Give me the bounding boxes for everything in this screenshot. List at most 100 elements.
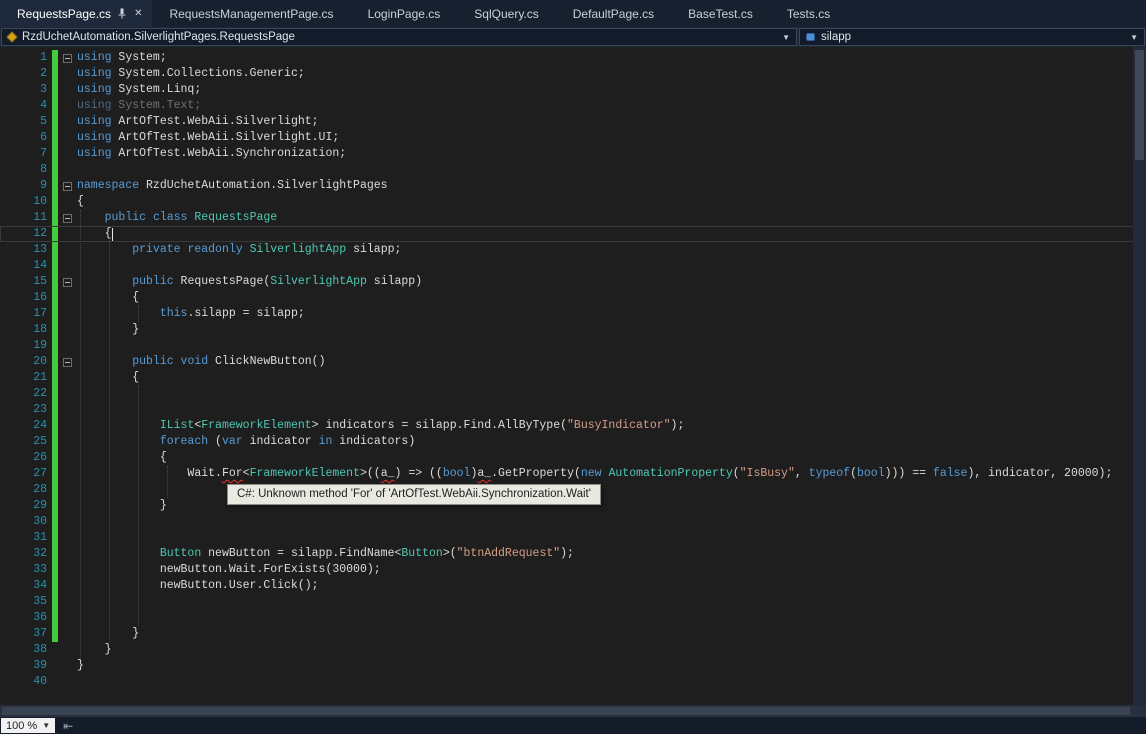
code-line-23[interactable]: 23: [0, 402, 1146, 418]
line-number: 22: [0, 386, 52, 402]
code-line-31[interactable]: 31: [0, 530, 1146, 546]
fold-margin: [58, 610, 77, 626]
collapse-icon[interactable]: [63, 54, 72, 63]
code-text: }: [77, 642, 112, 658]
code-line-13[interactable]: 13 private readonly SilverlightApp silap…: [0, 242, 1146, 258]
line-number: 24: [0, 418, 52, 434]
vertical-scrollbar-thumb[interactable]: [1135, 50, 1144, 160]
horizontal-scrollbar[interactable]: [0, 705, 1146, 717]
code-line-24[interactable]: 24 IList<FrameworkElement> indicators = …: [0, 418, 1146, 434]
code-line-1[interactable]: 1using System;: [0, 50, 1146, 66]
type-dropdown[interactable]: RzdUchetAutomation.SilverlightPages.Requ…: [1, 28, 797, 46]
code-text: Wait.For<FrameworkElement>((a_) => ((boo…: [77, 466, 1112, 482]
collapse-icon[interactable]: [63, 278, 72, 287]
code-line-16[interactable]: 16 {: [0, 290, 1146, 306]
close-icon[interactable]: ✕: [134, 9, 142, 19]
code-line-25[interactable]: 25 foreach (var indicator in indicators): [0, 434, 1146, 450]
code-text: foreach (var indicator in indicators): [77, 434, 415, 450]
collapse-icon[interactable]: [63, 214, 72, 223]
line-number: 29: [0, 498, 52, 514]
tab-basetest-cs[interactable]: BaseTest.cs: [671, 0, 770, 27]
code-line-19[interactable]: 19: [0, 338, 1146, 354]
code-line-3[interactable]: 3using System.Linq;: [0, 82, 1146, 98]
code-line-30[interactable]: 30: [0, 514, 1146, 530]
fold-margin: [58, 578, 77, 594]
fold-margin: [58, 50, 77, 66]
line-number: 40: [0, 674, 52, 690]
code-line-40[interactable]: 40: [0, 674, 1146, 690]
code-line-21[interactable]: 21 {: [0, 370, 1146, 386]
code-line-35[interactable]: 35: [0, 594, 1146, 610]
code-line-12[interactable]: 12 {: [0, 226, 1146, 242]
pin-icon[interactable]: [118, 8, 126, 19]
code-line-5[interactable]: 5using ArtOfTest.WebAii.Silverlight;: [0, 114, 1146, 130]
code-text: using ArtOfTest.WebAii.Silverlight;: [77, 114, 319, 130]
field-icon: [806, 33, 815, 41]
code-line-7[interactable]: 7using ArtOfTest.WebAii.Synchronization;: [0, 146, 1146, 162]
code-line-8[interactable]: 8: [0, 162, 1146, 178]
code-editor[interactable]: 1using System;2using System.Collections.…: [0, 47, 1146, 705]
fold-margin: [58, 130, 77, 146]
fold-margin: [58, 402, 77, 418]
collapse-icon[interactable]: [63, 358, 72, 367]
code-line-15[interactable]: 15 public RequestsPage(SilverlightApp si…: [0, 274, 1146, 290]
line-number: 4: [0, 98, 52, 114]
tab-label: RequestsPage.cs: [17, 7, 111, 21]
code-line-14[interactable]: 14: [0, 258, 1146, 274]
tab-loginpage-cs[interactable]: LoginPage.cs: [351, 0, 458, 27]
vertical-scrollbar[interactable]: [1133, 47, 1146, 705]
zoom-dropdown[interactable]: 100 % ▼: [1, 718, 55, 733]
code-text: IList<FrameworkElement> indicators = sil…: [77, 418, 684, 434]
status-bar: 100 % ▼ ⇤: [0, 717, 1146, 734]
code-line-18[interactable]: 18 }: [0, 322, 1146, 338]
fold-margin: [58, 210, 77, 226]
fold-margin: [58, 370, 77, 386]
error-tooltip: C#: Unknown method 'For' of 'ArtOfTest.W…: [227, 484, 601, 505]
fold-margin: [58, 642, 77, 658]
horizontal-scrollbar-thumb[interactable]: [2, 707, 1130, 715]
type-dropdown-value: RzdUchetAutomation.SilverlightPages.Requ…: [22, 31, 295, 43]
line-number: 26: [0, 450, 52, 466]
code-line-36[interactable]: 36: [0, 610, 1146, 626]
line-number: 6: [0, 130, 52, 146]
line-number: 23: [0, 402, 52, 418]
code-line-9[interactable]: 9namespace RzdUchetAutomation.Silverligh…: [0, 178, 1146, 194]
tab-sqlquery-cs[interactable]: SqlQuery.cs: [457, 0, 555, 27]
code-line-11[interactable]: 11 public class RequestsPage: [0, 210, 1146, 226]
collapse-icon[interactable]: [63, 182, 72, 191]
code-line-22[interactable]: 22: [0, 386, 1146, 402]
code-text: {: [77, 226, 112, 242]
indent-guide: [138, 306, 139, 322]
line-number: 14: [0, 258, 52, 274]
code-line-34[interactable]: 34 newButton.User.Click();: [0, 578, 1146, 594]
code-line-37[interactable]: 37 }: [0, 626, 1146, 642]
code-line-27[interactable]: 27 Wait.For<FrameworkElement>((a_) => ((…: [0, 466, 1146, 482]
chevron-down-icon[interactable]: ▼: [1130, 33, 1138, 42]
code-line-26[interactable]: 26 {: [0, 450, 1146, 466]
chevron-down-icon[interactable]: ▼: [782, 33, 790, 42]
splitter-handle-icon[interactable]: ⇤: [63, 720, 73, 732]
code-line-39[interactable]: 39}: [0, 658, 1146, 674]
line-number: 8: [0, 162, 52, 178]
code-line-17[interactable]: 17 this.silapp = silapp;: [0, 306, 1146, 322]
code-line-38[interactable]: 38 }: [0, 642, 1146, 658]
code-line-32[interactable]: 32 Button newButton = silapp.FindName<Bu…: [0, 546, 1146, 562]
code-line-4[interactable]: 4using System.Text;: [0, 98, 1146, 114]
code-text: using ArtOfTest.WebAii.Silverlight.UI;: [77, 130, 339, 146]
fold-margin: [58, 354, 77, 370]
member-dropdown[interactable]: silapp ▼: [799, 28, 1145, 46]
tab-tests-cs[interactable]: Tests.cs: [770, 0, 847, 27]
code-text: using ArtOfTest.WebAii.Synchronization;: [77, 146, 346, 162]
fold-margin: [58, 258, 77, 274]
tab-defaultpage-cs[interactable]: DefaultPage.cs: [556, 0, 671, 27]
code-line-10[interactable]: 10{: [0, 194, 1146, 210]
code-line-6[interactable]: 6 using ArtOfTest.WebAii.Silverlight.UI;: [0, 130, 1146, 146]
indent-guide: [109, 242, 110, 642]
code-line-20[interactable]: 20 public void ClickNewButton(): [0, 354, 1146, 370]
code-line-33[interactable]: 33 newButton.Wait.ForExists(30000);: [0, 562, 1146, 578]
tab-requestsmanagementpage-cs[interactable]: RequestsManagementPage.cs: [152, 0, 350, 27]
fold-margin: [58, 178, 77, 194]
tab-requestspage-cs[interactable]: RequestsPage.cs ✕: [0, 0, 152, 27]
code-line-2[interactable]: 2using System.Collections.Generic;: [0, 66, 1146, 82]
line-number: 9: [0, 178, 52, 194]
